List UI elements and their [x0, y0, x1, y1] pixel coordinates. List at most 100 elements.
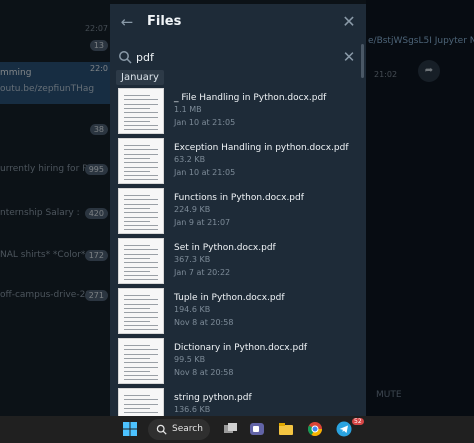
thumbnail-text-line: [124, 329, 158, 331]
thumbnail-text-line: [124, 399, 158, 401]
file-date: Nov 8 at 20:58: [174, 318, 234, 327]
thumbnail-text-line: [124, 353, 158, 355]
thumbnail-text-line: [124, 366, 158, 368]
file-size: 1.1 MB: [174, 105, 202, 114]
file-name: _ File Handling in Python.docx.pdf: [174, 93, 327, 103]
thumbnail-text-line: [124, 166, 158, 168]
thumbnail-text-line: [124, 395, 150, 396]
search-icon: [156, 424, 167, 435]
search-input[interactable]: [136, 47, 336, 67]
thumbnail-text-line: [124, 375, 158, 377]
thumbnail-text-line: [124, 162, 158, 164]
thumbnail-text-line: [124, 279, 158, 281]
thumbnail-text-line: [124, 175, 158, 177]
thumbnail-text-line: [124, 149, 158, 151]
thumbnail-text-line: [124, 212, 158, 214]
thumbnail-text-line: [124, 403, 158, 405]
thumbnail-text-line: [124, 262, 158, 264]
thumbnail-text-line: [124, 207, 150, 209]
thumbnail-text-line: [124, 357, 150, 359]
thumbnail-text-line: [124, 195, 150, 196]
thumbnail-text-line: [124, 220, 150, 222]
file-item[interactable]: Tuple in Python.docx.pdf 194.6 KB Nov 8 …: [110, 288, 366, 338]
file-date: Jan 10 at 21:05: [174, 168, 236, 177]
thumbnail-text-line: [124, 157, 150, 159]
thumbnail-text-line: [124, 112, 158, 114]
back-arrow-icon[interactable]: ←: [118, 13, 136, 31]
thumbnail-text-line: [124, 203, 158, 205]
thumbnail-text-line: [124, 216, 158, 218]
file-item[interactable]: Functions in Python.docx.pdf 224.9 KB Ja…: [110, 188, 366, 238]
thumbnail-text-line: [124, 245, 150, 246]
file-item[interactable]: string python.pdf 136.6 KB: [110, 388, 366, 416]
thumbnail-text-line: [124, 312, 158, 314]
thumbnail-text-line: [124, 362, 158, 364]
thumbnail-text-line: [124, 249, 158, 251]
taskbar-search[interactable]: Search: [148, 419, 210, 440]
thumbnail-text-line: [124, 320, 150, 322]
file-size: 194.6 KB: [174, 305, 211, 314]
file-item[interactable]: Set in Python.docx.pdf 367.3 KB Jan 7 at…: [110, 238, 366, 288]
thumbnail-text-line: [124, 253, 158, 255]
files-dialog: ← Files ✕ ✕ January _ File Handling in P…: [110, 4, 366, 416]
close-icon[interactable]: ✕: [340, 13, 358, 31]
document-thumbnail: [118, 188, 164, 234]
file-item[interactable]: _ File Handling in Python.docx.pdf 1.1 M…: [110, 88, 366, 138]
thumbnail-text-line: [124, 225, 158, 227]
thumbnail-text-line: [124, 179, 158, 181]
telegram-icon[interactable]: [336, 421, 352, 437]
thumbnail-text-line: [124, 270, 150, 272]
scrollbar[interactable]: [361, 44, 364, 78]
thumbnail-text-line: [124, 325, 158, 327]
telegram-badge: 52: [352, 418, 364, 425]
document-thumbnail: [118, 238, 164, 284]
task-view-icon[interactable]: [222, 421, 238, 437]
thumbnail-text-line: [124, 412, 158, 414]
thumbnail-text-line: [124, 266, 158, 268]
windows-taskbar: Search 52: [0, 416, 474, 443]
thumbnail-text-line: [124, 95, 150, 96]
file-item[interactable]: Dictionary in Python.docx.pdf 99.5 KB No…: [110, 338, 366, 388]
section-header: January: [116, 70, 164, 85]
thumbnail-text-line: [124, 370, 150, 372]
file-date: Jan 9 at 21:07: [174, 218, 231, 227]
file-name: string python.pdf: [174, 393, 252, 403]
file-explorer-icon[interactable]: [278, 421, 294, 437]
search-icon: [119, 51, 132, 64]
thumbnail-text-line: [124, 145, 150, 146]
thumbnail-text-line: [124, 407, 150, 409]
thumbnail-text-line: [124, 153, 158, 155]
thumbnail-text-line: [124, 257, 150, 259]
thumbnail-text-line: [124, 295, 150, 296]
file-size: 99.5 KB: [174, 355, 206, 364]
file-size: 63.2 KB: [174, 155, 206, 164]
chrome-icon[interactable]: [307, 421, 323, 437]
document-thumbnail: [118, 138, 164, 184]
thumbnail-text-line: [124, 116, 158, 118]
file-size: 367.3 KB: [174, 255, 211, 264]
clear-search-icon[interactable]: ✕: [340, 48, 358, 66]
thumbnail-text-line: [124, 129, 158, 131]
thumbnail-text-line: [124, 299, 158, 301]
file-name: Tuple in Python.docx.pdf: [174, 293, 285, 303]
thumbnail-text-line: [124, 229, 158, 231]
file-date: Jan 10 at 21:05: [174, 118, 236, 127]
file-date: Nov 8 at 20:58: [174, 368, 234, 377]
file-item[interactable]: Exception Handling in python.docx.pdf 63…: [110, 138, 366, 188]
dialog-header: ← Files ✕: [110, 4, 366, 40]
document-thumbnail: [118, 338, 164, 384]
file-size: 136.6 KB: [174, 405, 211, 414]
document-thumbnail: [118, 388, 164, 416]
meet-video-icon[interactable]: [249, 421, 265, 437]
dialog-title: Files: [147, 14, 182, 29]
thumbnail-text-line: [124, 120, 150, 122]
thumbnail-text-line: [124, 345, 150, 346]
file-name: Set in Python.docx.pdf: [174, 243, 276, 253]
thumbnail-text-line: [124, 199, 158, 201]
thumbnail-text-line: [124, 316, 158, 318]
thumbnail-text-line: [124, 103, 158, 105]
thumbnail-text-line: [124, 379, 158, 381]
search-bar: ✕: [110, 42, 366, 72]
thumbnail-text-line: [124, 125, 158, 127]
windows-start-icon[interactable]: [122, 421, 138, 437]
